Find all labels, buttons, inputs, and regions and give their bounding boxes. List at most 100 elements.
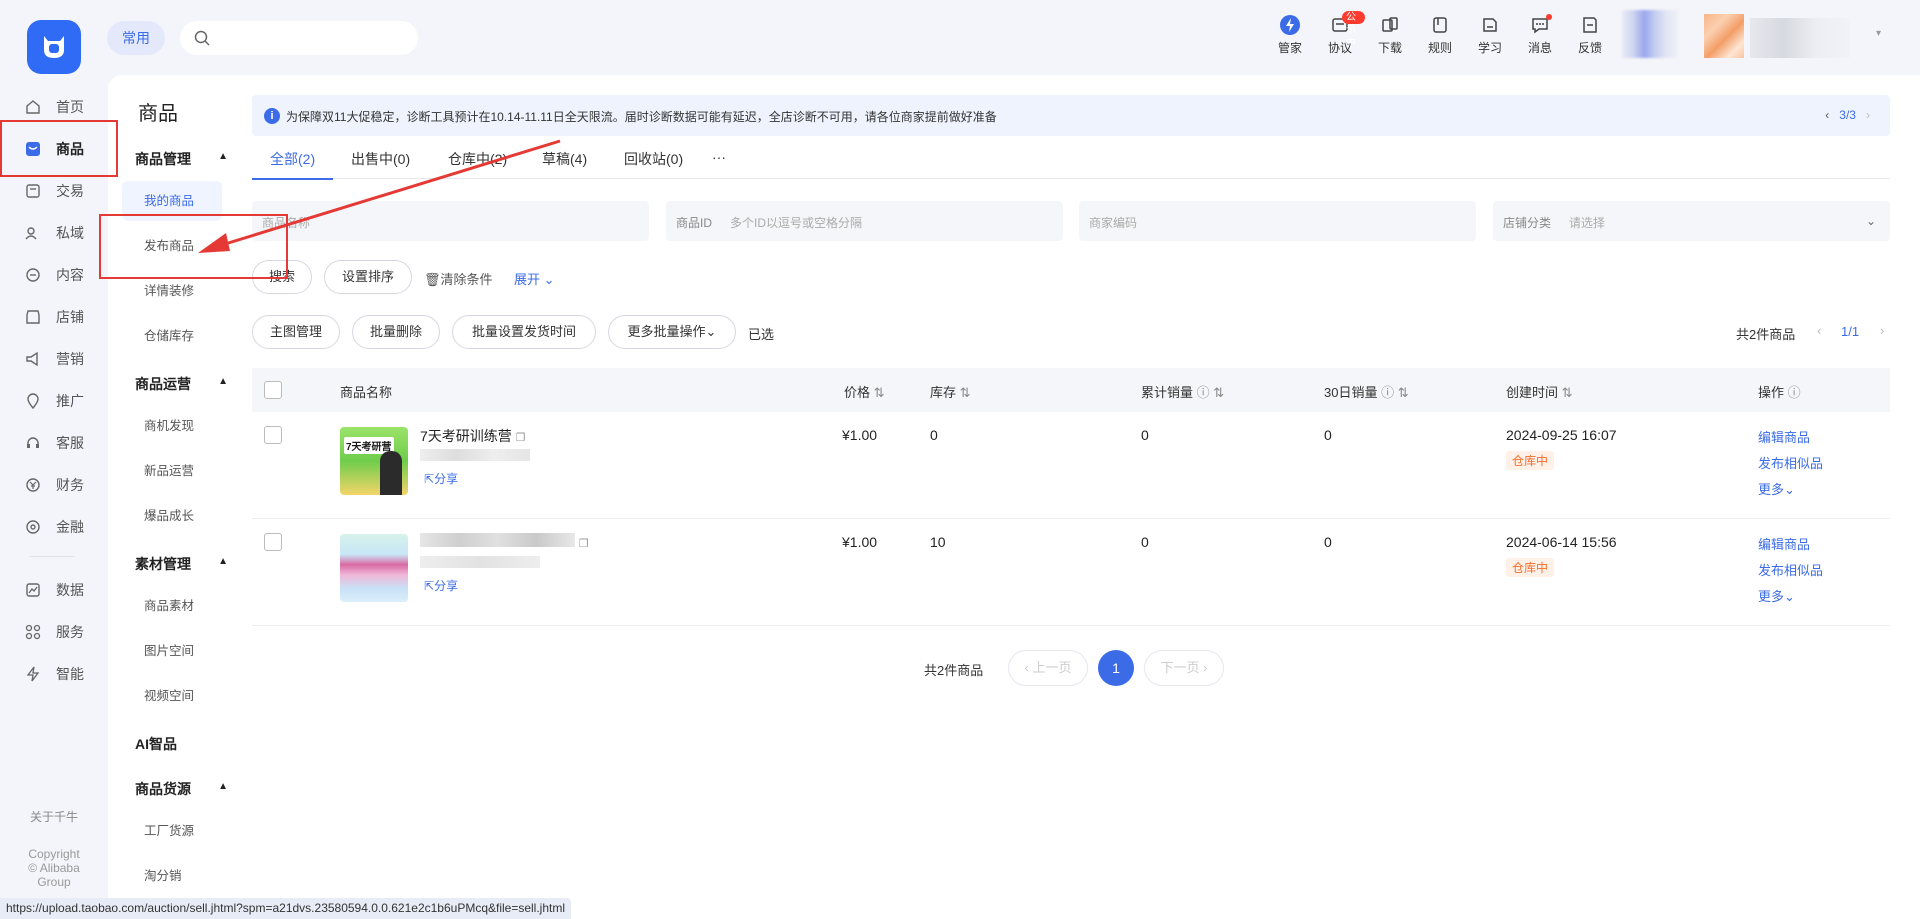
table-header: 商品名称 价格 ⇅ 库存 ⇅ 累计销量 ⓘ ⇅ 30日销量 ⓘ ⇅ 创建时间 ⇅…: [252, 368, 1890, 412]
nav-item-marketing[interactable]: 营销: [0, 338, 108, 380]
publish-similar-link[interactable]: 发布相似品: [1758, 560, 1823, 579]
subnav-item-video-space[interactable]: 视频空间: [122, 676, 222, 716]
row-checkbox[interactable]: [264, 426, 282, 444]
page-1-button[interactable]: 1: [1098, 650, 1134, 686]
user-avatar-blurred[interactable]: [1704, 14, 1744, 58]
subnav-item-new-product[interactable]: 新品运营: [122, 451, 222, 491]
nav-item-shop[interactable]: 店铺: [0, 296, 108, 338]
more-batch-button[interactable]: 更多批量操作⌄: [608, 315, 736, 349]
col-price[interactable]: 价格 ⇅: [844, 382, 885, 401]
common-button[interactable]: 常用: [107, 21, 165, 55]
tool-learning[interactable]: 学习: [1465, 14, 1515, 62]
grid-icon: [24, 623, 42, 641]
product-thumbnail[interactable]: [340, 534, 408, 602]
col-created[interactable]: 创建时间 ⇅: [1506, 382, 1573, 401]
chevron-right-icon[interactable]: ›: [1880, 323, 1884, 338]
chevron-left-icon[interactable]: ‹: [1825, 108, 1829, 122]
nav-item-services[interactable]: 服务: [0, 611, 108, 653]
product-stock[interactable]: 0: [930, 427, 938, 443]
about-link[interactable]: 关于千牛: [0, 808, 108, 825]
edit-product-link[interactable]: 编辑商品: [1758, 534, 1810, 553]
col-total-sales[interactable]: 累计销量 ⓘ ⇅: [1141, 382, 1224, 401]
product-name[interactable]: 7天考研训练营 ❐: [420, 426, 526, 446]
user-name-blurred[interactable]: [1750, 18, 1850, 58]
merchant-code-field[interactable]: 商家编码: [1079, 201, 1476, 241]
subnav-item-hot-growth[interactable]: 爆品成长: [122, 496, 222, 536]
subnav-group-ai[interactable]: AI智品: [135, 734, 230, 754]
nav-item-financial[interactable]: 金融: [0, 506, 108, 548]
batch-ship-time-button[interactable]: 批量设置发货时间: [452, 315, 596, 349]
copy-icon[interactable]: ❐: [516, 432, 526, 444]
sort-icon: ⇅: [959, 385, 971, 400]
subnav-group-operation[interactable]: 商品运营 ▲: [135, 374, 230, 394]
subnav-item-distribution[interactable]: 淘分销: [122, 856, 222, 896]
row-checkbox[interactable]: [264, 533, 282, 551]
chevron-right-icon: ›: [1199, 660, 1208, 675]
expand-link[interactable]: 展开 ⌄: [514, 269, 555, 288]
nav-item-content[interactable]: 内容: [0, 254, 108, 296]
chevron-right-icon[interactable]: ›: [1866, 108, 1870, 122]
subnav-group-source[interactable]: 商品货源 ▲: [135, 779, 230, 799]
product-id-blurred: [420, 449, 530, 461]
tool-rules[interactable]: 规则: [1415, 14, 1465, 62]
nav-item-promotion[interactable]: 推广: [0, 380, 108, 422]
publish-similar-link[interactable]: 发布相似品: [1758, 453, 1823, 472]
product-price: ¥1.00: [842, 427, 878, 443]
col-stock[interactable]: 库存 ⇅: [930, 382, 971, 401]
nav-item-data[interactable]: 数据: [0, 569, 108, 611]
nav-item-service[interactable]: 客服: [0, 422, 108, 464]
main-image-button[interactable]: 主图管理: [252, 315, 340, 349]
subnav-item-inventory[interactable]: 仓储库存: [122, 316, 222, 356]
subnav-item-opportunity[interactable]: 商机发现: [122, 406, 222, 446]
coin-icon: [24, 518, 42, 536]
copy-icon[interactable]: ❐: [579, 538, 589, 550]
nav-item-smart[interactable]: 智能: [0, 653, 108, 695]
qianniu-logo[interactable]: [27, 20, 81, 74]
global-search[interactable]: [180, 21, 418, 55]
page-indicator: 1/1: [1841, 324, 1860, 339]
nav-item-private[interactable]: 私域: [0, 212, 108, 254]
clear-conditions-link[interactable]: 🗑清除条件: [424, 269, 493, 288]
tool-butler[interactable]: 管家: [1265, 14, 1315, 62]
subnav-group-material[interactable]: 素材管理 ▲: [135, 554, 230, 574]
subnav-item-image-space[interactable]: 图片空间: [122, 631, 222, 671]
total-count: 共2件商品: [1736, 327, 1796, 342]
chevron-left-icon[interactable]: ‹: [1817, 323, 1821, 338]
subnav-item-material[interactable]: 商品素材: [122, 586, 222, 626]
nav-label: 财务: [56, 477, 84, 493]
group-label: 素材管理: [135, 556, 191, 572]
select-all-checkbox[interactable]: [264, 381, 282, 399]
search-input[interactable]: [220, 21, 400, 55]
notice-pager[interactable]: ‹ 3/3 ›: [1825, 108, 1870, 122]
nav-item-finance[interactable]: 财务: [0, 464, 108, 506]
subnav-item-factory[interactable]: 工厂货源: [122, 811, 222, 851]
tab-more[interactable]: ···: [712, 149, 726, 179]
prev-page-button[interactable]: ‹ 上一页: [1008, 650, 1088, 686]
tool-agreement[interactable]: 公示中 协议: [1315, 11, 1365, 62]
next-page-button[interactable]: 下一页 ›: [1144, 650, 1224, 686]
product-name[interactable]: ❐: [420, 533, 589, 550]
product-id-field[interactable]: 商品ID 多个ID以逗号或空格分隔: [666, 201, 1063, 241]
share-link[interactable]: ⇱分享: [424, 470, 458, 487]
set-sort-button[interactable]: 设置排序: [324, 260, 412, 294]
share-link[interactable]: ⇱分享: [424, 577, 458, 594]
more-actions-link[interactable]: 更多⌄: [1758, 479, 1795, 498]
product-stock[interactable]: 10: [930, 534, 946, 550]
tool-download[interactable]: 下载: [1365, 14, 1415, 62]
nav-label: 私域: [56, 225, 84, 241]
chevron-down-icon[interactable]: ▾: [1876, 28, 1881, 39]
tool-message[interactable]: 消息: [1515, 14, 1565, 62]
col-30d-sales[interactable]: 30日销量 ⓘ ⇅: [1324, 382, 1409, 401]
more-actions-link[interactable]: 更多⌄: [1758, 586, 1795, 605]
batch-delete-button[interactable]: 批量删除: [352, 315, 440, 349]
edit-product-link[interactable]: 编辑商品: [1758, 427, 1810, 446]
lightning-icon: [1279, 14, 1301, 36]
product-thumbnail[interactable]: 7天考研营: [340, 427, 408, 495]
product-30d-sales: 0: [1324, 534, 1332, 550]
sort-icon: ⇅: [1561, 385, 1573, 400]
tab-recycle[interactable]: 回收站(0): [624, 149, 683, 179]
notice-text: 为保障双11大促稳定，诊断工具预计在10.14-11.11日全天限流。届时诊断数…: [286, 110, 997, 124]
tool-feedback[interactable]: 反馈: [1565, 14, 1615, 62]
shop-category-select[interactable]: 店铺分类 请选择 ⌄: [1493, 201, 1890, 241]
shop-avatar-blurred[interactable]: [1622, 10, 1678, 58]
